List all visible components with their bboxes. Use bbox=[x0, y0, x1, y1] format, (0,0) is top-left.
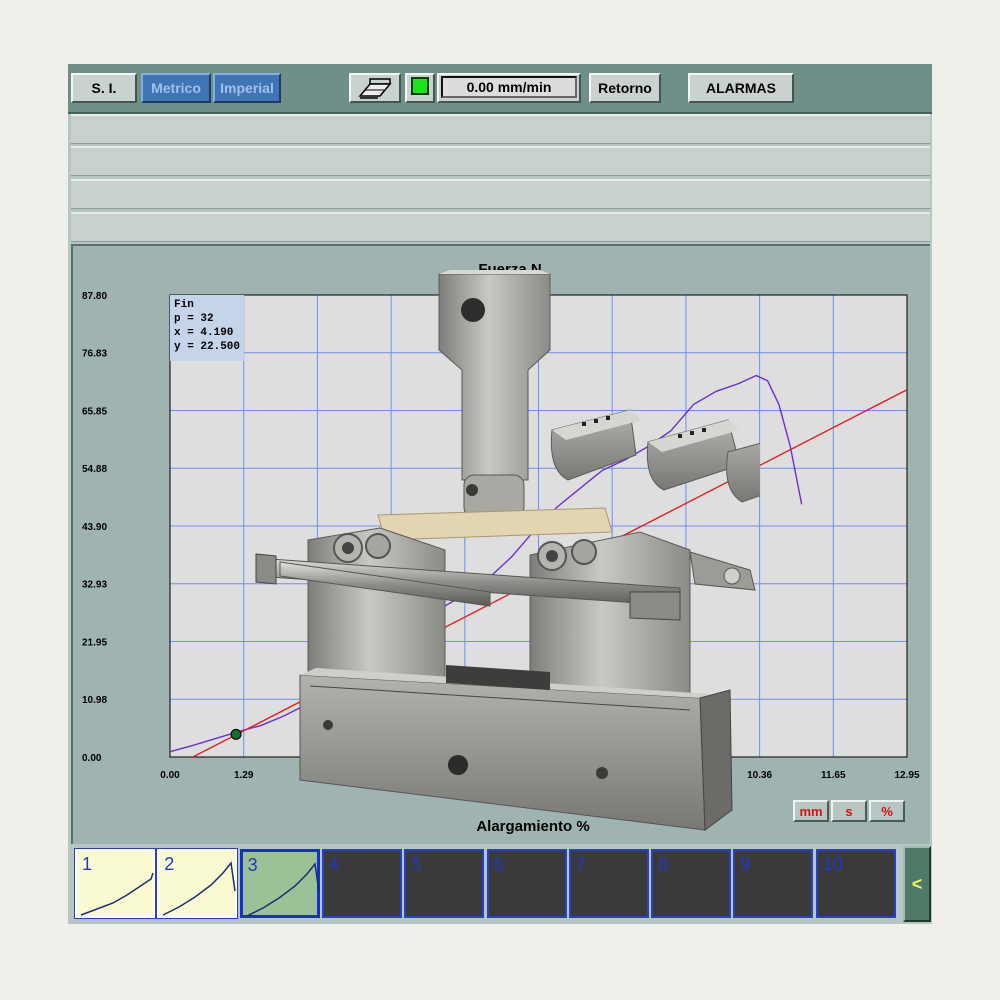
unit-s-button[interactable]: s bbox=[831, 800, 867, 822]
thumbnail-number: 3 bbox=[247, 855, 258, 875]
y-tick-label: 87.80 bbox=[82, 291, 107, 302]
unit-percent-button[interactable]: % bbox=[869, 800, 905, 822]
y-tick-label: 76.83 bbox=[82, 349, 107, 360]
thumbnail-number: 2 bbox=[164, 854, 175, 874]
readout-y: y = 22.500 bbox=[174, 341, 241, 353]
y-tick-label: 10.98 bbox=[82, 695, 107, 706]
unit-mm-button[interactable]: mm bbox=[793, 800, 829, 822]
x-tick-label: 0.00 bbox=[160, 770, 180, 781]
test-thumbnail[interactable]: 1 bbox=[74, 848, 156, 919]
readout-box: Fin p = 32 x = 4.190 y = 22.500 bbox=[170, 295, 244, 361]
y-tick-label: 21.95 bbox=[82, 638, 107, 649]
test-thumbnails: 1 2 3 4 5 6 7 8 9 10 < bbox=[71, 846, 931, 922]
y-tick-label: 43.90 bbox=[82, 522, 107, 533]
readout-status: Fin bbox=[174, 299, 194, 311]
test-thumbnail[interactable]: 6 bbox=[486, 849, 567, 918]
test-thumbnail[interactable]: 5 bbox=[404, 849, 485, 918]
alarms-button[interactable]: ALARMAS bbox=[688, 73, 794, 103]
thumbnail-number: 6 bbox=[493, 854, 504, 874]
info-row bbox=[71, 114, 930, 144]
y-tick-label: 65.85 bbox=[82, 407, 107, 418]
thumbnail-number: 8 bbox=[658, 854, 669, 874]
metric-units-button[interactable]: Metrico bbox=[141, 73, 211, 103]
anvil-insert bbox=[550, 409, 642, 481]
crosshead-icon bbox=[358, 78, 392, 99]
bending-fixture-image bbox=[255, 270, 760, 831]
thumbnail-number: 10 bbox=[822, 854, 843, 874]
y-tick-label: 54.88 bbox=[82, 464, 107, 475]
test-thumbnail[interactable]: 9 bbox=[733, 849, 814, 918]
thumbnail-number: 5 bbox=[411, 854, 422, 874]
info-row bbox=[71, 179, 930, 209]
toolbar: S. I. Metrico Imperial 0.00 mm/min Retor… bbox=[68, 64, 932, 114]
speed-display: 0.00 mm/min bbox=[441, 76, 577, 98]
thumbnail-scroll-button[interactable]: < bbox=[903, 846, 931, 922]
test-thumbnail[interactable]: 3 bbox=[239, 849, 320, 918]
current-point-marker bbox=[230, 728, 242, 740]
thumbnail-number: 9 bbox=[740, 854, 751, 874]
test-thumbnail[interactable]: 4 bbox=[321, 849, 402, 918]
readout-x: x = 4.190 bbox=[174, 327, 234, 339]
thumbnail-number: 1 bbox=[82, 854, 93, 874]
x-tick-label: 11.65 bbox=[821, 770, 846, 781]
readout-point: p = 32 bbox=[174, 313, 214, 325]
si-units-button[interactable]: S. I. bbox=[71, 73, 137, 103]
test-thumbnail[interactable]: 10 bbox=[815, 849, 896, 918]
x-tick-label: 12.95 bbox=[894, 770, 919, 781]
imperial-units-button[interactable]: Imperial bbox=[213, 73, 281, 103]
anvil-insert bbox=[646, 419, 741, 491]
info-row bbox=[71, 146, 930, 176]
y-tick-label: 32.93 bbox=[82, 580, 107, 591]
test-thumbnail[interactable]: 2 bbox=[156, 848, 239, 919]
test-thumbnail[interactable]: 8 bbox=[651, 849, 732, 918]
crosshead-mode-button[interactable] bbox=[349, 73, 401, 103]
thumbnail-number: 7 bbox=[575, 854, 586, 874]
test-thumbnail[interactable]: 7 bbox=[568, 849, 649, 918]
y-tick-label: 0.00 bbox=[82, 753, 102, 764]
thumbnail-number: 4 bbox=[328, 854, 339, 874]
status-led bbox=[411, 77, 429, 95]
info-row bbox=[71, 212, 930, 242]
return-button[interactable]: Retorno bbox=[589, 73, 661, 103]
